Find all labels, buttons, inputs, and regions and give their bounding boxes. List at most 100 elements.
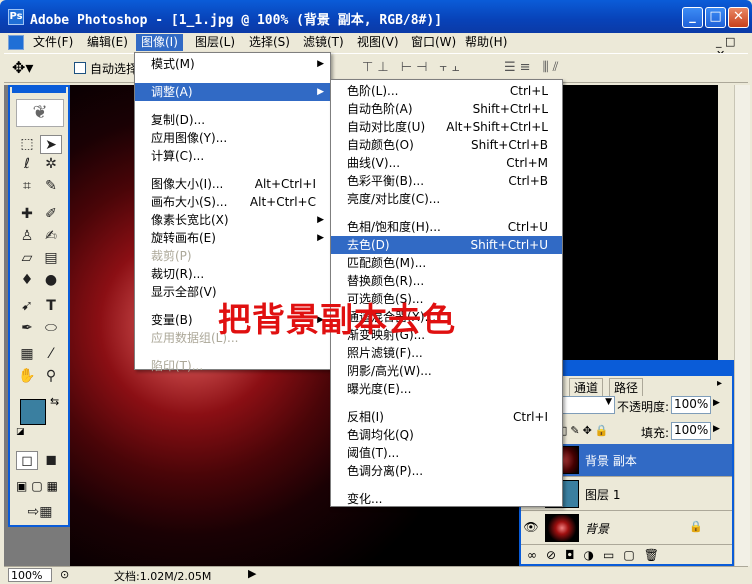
menu-select[interactable]: 选择(S) xyxy=(244,34,295,51)
layer-name: 图层 1 xyxy=(585,488,621,502)
adjust-menu-item[interactable]: 阈值(T)... xyxy=(331,444,562,462)
move-tool-preset-icon[interactable]: ✥▾ xyxy=(12,58,33,77)
opacity-field[interactable]: 100% xyxy=(671,396,711,414)
image-menu-item[interactable]: 图像大小(I)... Alt+Ctrl+I xyxy=(135,175,330,193)
magic-wand-icon[interactable]: ✲ xyxy=(40,155,62,174)
lock-icons[interactable]: ◫✎✥🔒 xyxy=(557,424,612,437)
gradient-tool-icon[interactable]: ▤ xyxy=(40,249,62,268)
distribute-icons[interactable]: ☰≡ ⫼⫽ xyxy=(504,60,562,75)
image-menu-item[interactable]: 复制(D)... xyxy=(135,111,330,129)
vertical-scrollbar[interactable] xyxy=(734,85,750,566)
menu-window[interactable]: 窗口(W) xyxy=(406,34,461,51)
panel-menu-icon[interactable]: ▸ xyxy=(717,378,722,389)
minimize-button[interactable]: _ xyxy=(682,7,703,28)
lasso-tool-icon[interactable]: ℓ xyxy=(16,155,38,174)
menu-edit[interactable]: 编辑(E) xyxy=(82,34,133,51)
image-menu-item-label: 变量(B) xyxy=(151,313,193,327)
adjust-menu-item[interactable]: 自动颜色(O) Shift+Ctrl+B xyxy=(331,136,562,154)
move-tool-icon[interactable]: ➤ xyxy=(40,135,62,154)
healing-brush-icon[interactable]: ✚ xyxy=(16,205,38,224)
slice-tool-icon[interactable]: ✎ xyxy=(40,177,62,196)
jump-to-imageready-icon[interactable]: ⇨▦ xyxy=(18,503,62,522)
image-menu-item[interactable]: 裁切(R)... xyxy=(135,265,330,283)
eraser-tool-icon[interactable]: ▱ xyxy=(16,249,38,268)
image-menu-item-label: 裁切(R)... xyxy=(151,267,205,281)
align-icons[interactable]: ⊤⊥ ⊢⊣ ⫟⫠ xyxy=(362,60,463,75)
path-select-icon[interactable]: ➹ xyxy=(16,297,38,316)
menu-help[interactable]: 帮助(H) xyxy=(460,34,512,51)
layer-actions-icons[interactable]: ∞⊘◘◑▭▢🗑 xyxy=(527,548,668,562)
adjust-menu-item-shortcut: Ctrl+L xyxy=(509,84,548,98)
image-menu-item-label: 陷印(T)... xyxy=(151,359,204,373)
maximize-button[interactable]: □ xyxy=(705,7,726,28)
adjust-menu-item[interactable]: 色调分离(P)... xyxy=(331,462,562,480)
blur-tool-icon[interactable]: ♦ xyxy=(16,271,38,290)
shape-tool-icon[interactable]: ⬭ xyxy=(40,319,62,338)
adjust-menu-item[interactable]: 去色(D) Shift+Ctrl+U xyxy=(331,236,562,254)
layer-row-background[interactable]: 👁 背景 🔒 xyxy=(521,512,732,545)
zoom-tool-icon[interactable]: ⚲ xyxy=(40,367,62,386)
menu-file[interactable]: 文件(F) xyxy=(28,34,78,51)
status-menu-arrow-icon[interactable]: ▶ xyxy=(248,567,256,580)
tab-paths[interactable]: 路径 xyxy=(609,378,644,396)
image-menu-item-shortcut: Alt+Ctrl+I xyxy=(254,177,316,191)
adjust-menu-item[interactable]: 替换颜色(R)... xyxy=(331,272,562,290)
document-icon[interactable] xyxy=(8,35,24,50)
crop-tool-icon[interactable]: ⌗ xyxy=(16,177,38,196)
default-colors-icon[interactable]: ◪ xyxy=(16,427,25,437)
auto-select-checkbox[interactable] xyxy=(74,62,86,74)
adjust-menu-item[interactable]: 反相(I) Ctrl+I xyxy=(331,408,562,426)
fill-field[interactable]: 100% xyxy=(671,422,711,440)
adjust-menu-item[interactable]: 照片滤镜(F)... xyxy=(331,344,562,362)
notes-tool-icon[interactable]: ▦ xyxy=(16,345,38,364)
menu-layer[interactable]: 图层(L) xyxy=(190,34,240,51)
toolbox-title xyxy=(12,87,66,93)
adjust-menu-item[interactable]: 色彩平衡(B)... Ctrl+B xyxy=(331,172,562,190)
image-menu-item[interactable]: 画布大小(S)... Alt+Ctrl+C xyxy=(135,193,330,211)
standard-mode-icon[interactable]: ◻ xyxy=(16,451,38,470)
screen-mode-icons[interactable]: ▣▢▦ xyxy=(16,479,62,493)
menu-filter[interactable]: 滤镜(T) xyxy=(298,34,349,51)
pen-tool-icon[interactable]: ✒ xyxy=(16,319,38,338)
adjust-menu-item[interactable]: 匹配颜色(M)... xyxy=(331,254,562,272)
quick-mask-icon[interactable]: ◼ xyxy=(40,451,62,470)
opacity-dropdown-icon[interactable]: ▶ xyxy=(713,398,720,408)
adjust-menu-item[interactable]: 色调均化(Q) xyxy=(331,426,562,444)
menu-image[interactable]: 图像(I) xyxy=(136,34,183,51)
marquee-tool-icon[interactable]: ⬚ xyxy=(16,135,38,154)
adjust-menu-item[interactable]: 自动对比度(U) Alt+Shift+Ctrl+L xyxy=(331,118,562,136)
dodge-tool-icon[interactable]: ● xyxy=(40,271,62,290)
adjust-menu-item[interactable]: 亮度/对比度(C)... xyxy=(331,190,562,208)
adjust-menu-item[interactable]: 色阶(L)... Ctrl+L xyxy=(331,82,562,100)
image-menu-item[interactable]: 旋转画布(E) ▶ xyxy=(135,229,330,247)
hand-tool-icon[interactable]: ✋ xyxy=(16,367,38,386)
adjust-menu-item-label: 色调分离(P)... xyxy=(347,464,424,478)
eyedropper-icon[interactable]: ⁄ xyxy=(40,345,62,364)
adjust-menu-item[interactable]: 曝光度(E)... xyxy=(331,380,562,398)
foreground-color-swatch[interactable] xyxy=(20,399,46,425)
adjust-menu-item[interactable]: 曲线(V)... Ctrl+M xyxy=(331,154,562,172)
image-menu-item[interactable]: 模式(M) ▶ xyxy=(135,55,330,73)
fill-dropdown-icon[interactable]: ▶ xyxy=(713,424,720,434)
brush-tool-icon[interactable]: ✐ xyxy=(40,205,62,224)
image-menu-item[interactable]: 计算(C)... xyxy=(135,147,330,165)
adjust-menu-item[interactable]: 变化... xyxy=(331,490,562,508)
zoom-field[interactable]: 100% xyxy=(8,568,52,582)
clone-stamp-icon[interactable]: ♙ xyxy=(16,227,38,246)
image-menu-item[interactable]: 应用图像(Y)... xyxy=(135,129,330,147)
image-menu-item[interactable]: 像素长宽比(X) ▶ xyxy=(135,211,330,229)
auto-select-label: 自动选择 xyxy=(90,62,139,76)
type-tool-icon[interactable]: T xyxy=(40,297,62,316)
swap-colors-icon[interactable]: ⇆ xyxy=(50,395,59,408)
history-brush-icon[interactable]: ✍ xyxy=(40,227,62,246)
visibility-eye-icon[interactable]: 👁 xyxy=(523,520,539,536)
adjust-menu-item-label: 匹配颜色(M)... xyxy=(347,256,427,270)
menu-view[interactable]: 视图(V) xyxy=(352,34,404,51)
tab-channels[interactable]: 通道 xyxy=(569,378,604,396)
adjust-menu-item[interactable]: 自动色阶(A) Shift+Ctrl+L xyxy=(331,100,562,118)
close-button[interactable]: ✕ xyxy=(728,7,749,28)
status-info-icon[interactable]: ⊙ xyxy=(60,568,69,581)
adjust-menu-item[interactable]: 阴影/高光(W)... xyxy=(331,362,562,380)
image-menu-item[interactable]: 调整(A) ▶ xyxy=(135,83,330,101)
adjust-menu-item[interactable]: 色相/饱和度(H)... Ctrl+U xyxy=(331,218,562,236)
